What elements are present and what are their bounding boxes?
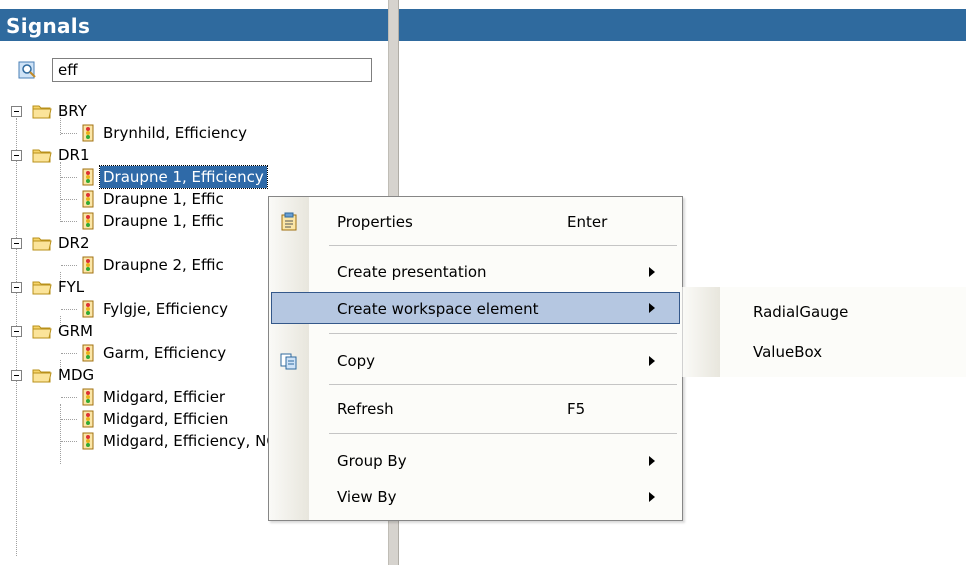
menu-gutter [683,287,720,377]
submenu-workspace-element: RadialGauge ValueBox [682,287,966,377]
folder-icon [32,237,52,251]
menu-item-group-by[interactable]: Group By [271,445,680,477]
signal-icon [82,256,94,274]
tree-connector [61,265,77,266]
menu-item-label: View By [337,488,397,506]
search-icon[interactable] [18,60,38,80]
tree-connector [61,221,77,222]
menu-item-label: Create workspace element [337,300,539,318]
signal-icon [82,212,94,230]
tree-item-signal[interactable]: Brynhild, Efficiency [0,122,388,144]
workspace-header [399,9,966,41]
signal-icon [82,344,94,362]
tree-item-label: Draupne 1, Effic [103,190,224,208]
tree-connector [61,177,77,178]
collapse-icon[interactable] [11,238,22,249]
menu-item-label: Create presentation [337,263,487,281]
tree-item-label: Garm, Efficiency [103,344,227,362]
menu-separator [329,433,677,434]
signal-icon [82,168,94,186]
submenu-arrow-icon [649,267,655,277]
submenu-arrow-icon [649,356,655,366]
submenu-item-valuebox[interactable]: ValueBox [753,337,822,367]
submenu-item-radialgauge[interactable]: RadialGauge [753,297,848,327]
tree-item-label: Midgard, Efficier [103,388,226,406]
submenu-arrow-icon [649,303,655,313]
collapse-icon[interactable] [11,370,22,381]
signal-icon [82,124,94,142]
tree-group-label: BRY [58,102,87,120]
tree-connector [61,133,77,134]
tree-group-label: GRM [58,322,93,340]
menu-item-refresh[interactable]: Refresh F5 [271,393,680,425]
menu-item-label: Copy [337,352,376,370]
tree-item-signal-selected[interactable]: Draupne 1, Efficiency [0,165,388,189]
tree-item-label: Draupne 1, Efficiency [99,165,268,189]
search-input[interactable] [52,58,372,82]
signal-icon [82,410,94,428]
folder-icon [32,325,52,339]
menu-item-view-by[interactable]: View By [271,481,680,513]
tree-group-label: DR1 [58,146,90,164]
menu-item-label: Refresh [337,400,394,418]
signal-icon [82,388,94,406]
submenu-arrow-icon [649,492,655,502]
folder-icon [32,149,52,163]
tree-group-dr1[interactable]: DR1 [0,144,388,166]
signal-icon [82,432,94,450]
tree-item-label: Midgard, Efficiency, NGL [103,432,287,450]
tree-group-label: FYL [58,278,85,296]
menu-item-create-presentation[interactable]: Create presentation [271,256,680,288]
tree-item-label: Draupne 1, Effic [103,212,224,230]
copy-icon [280,353,297,370]
tree-item-label: Fylgje, Efficiency [103,300,229,318]
tree-item-label: Midgard, Efficien [103,410,229,428]
menu-item-label: Group By [337,452,407,470]
menu-separator [329,384,677,385]
signal-icon [82,190,94,208]
tree-connector [61,441,77,442]
tree-connector [61,353,77,354]
menu-separator [329,245,677,246]
panel-title: Signals [0,9,388,41]
tree-connector [61,419,77,420]
tree-group-label: MDG [58,366,95,384]
collapse-icon[interactable] [11,282,22,293]
menu-shortcut: Enter [567,213,608,231]
collapse-icon[interactable] [11,326,22,337]
collapse-icon[interactable] [11,150,22,161]
context-menu: Properties Enter Create presentation Cre… [268,196,683,521]
tree-group-label: DR2 [58,234,90,252]
tree-item-label: Brynhild, Efficiency [103,124,247,142]
tree-connector [61,397,77,398]
menu-item-create-workspace-element[interactable]: Create workspace element [271,292,680,324]
menu-separator [329,333,677,334]
tree-item-label: Draupne 2, Effic [103,256,224,274]
signal-icon [82,300,94,318]
tree-connector [61,309,77,310]
menu-item-properties[interactable]: Properties Enter [271,206,680,238]
folder-icon [32,369,52,383]
menu-shortcut: F5 [567,400,586,418]
menu-item-label: Properties [337,213,413,231]
menu-item-copy[interactable]: Copy [271,345,680,377]
folder-icon [32,281,52,295]
submenu-arrow-icon [649,456,655,466]
tree-connector [61,199,77,200]
collapse-icon[interactable] [11,106,22,117]
tree-group-bry[interactable]: BRY [0,100,388,122]
folder-icon [32,105,52,119]
properties-icon [281,212,297,231]
